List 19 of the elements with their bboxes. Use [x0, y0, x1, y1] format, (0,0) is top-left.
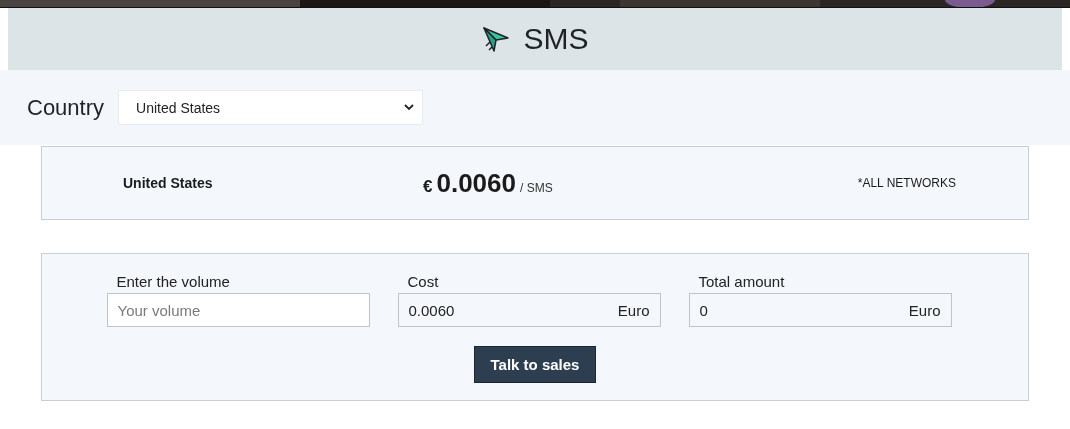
networks-note: *ALL NETWORKS	[857, 176, 956, 190]
country-label: Country	[27, 94, 105, 121]
field-label: Total amount	[697, 273, 786, 290]
field-label: Cost	[406, 273, 440, 290]
chevron-down-icon	[404, 104, 415, 111]
field-label: Enter the volume	[115, 273, 231, 290]
field-value: 0.0060	[408, 301, 455, 319]
field-value: 0	[699, 301, 708, 319]
currency-unit: Euro	[617, 301, 650, 319]
currency-symbol: €	[423, 176, 433, 197]
talk-to-sales-button[interactable]: Talk to sales	[473, 346, 597, 383]
rate-country: United States	[123, 175, 214, 191]
currency-unit: Euro	[908, 301, 941, 319]
price-unit: / SMS	[520, 180, 553, 195]
country-select[interactable]: United States	[118, 90, 424, 125]
page-title: SMS	[523, 22, 589, 56]
price: 0.0060	[436, 167, 516, 199]
volume-field[interactable]: Your volume	[106, 293, 370, 327]
paper-plane-icon	[481, 24, 512, 54]
